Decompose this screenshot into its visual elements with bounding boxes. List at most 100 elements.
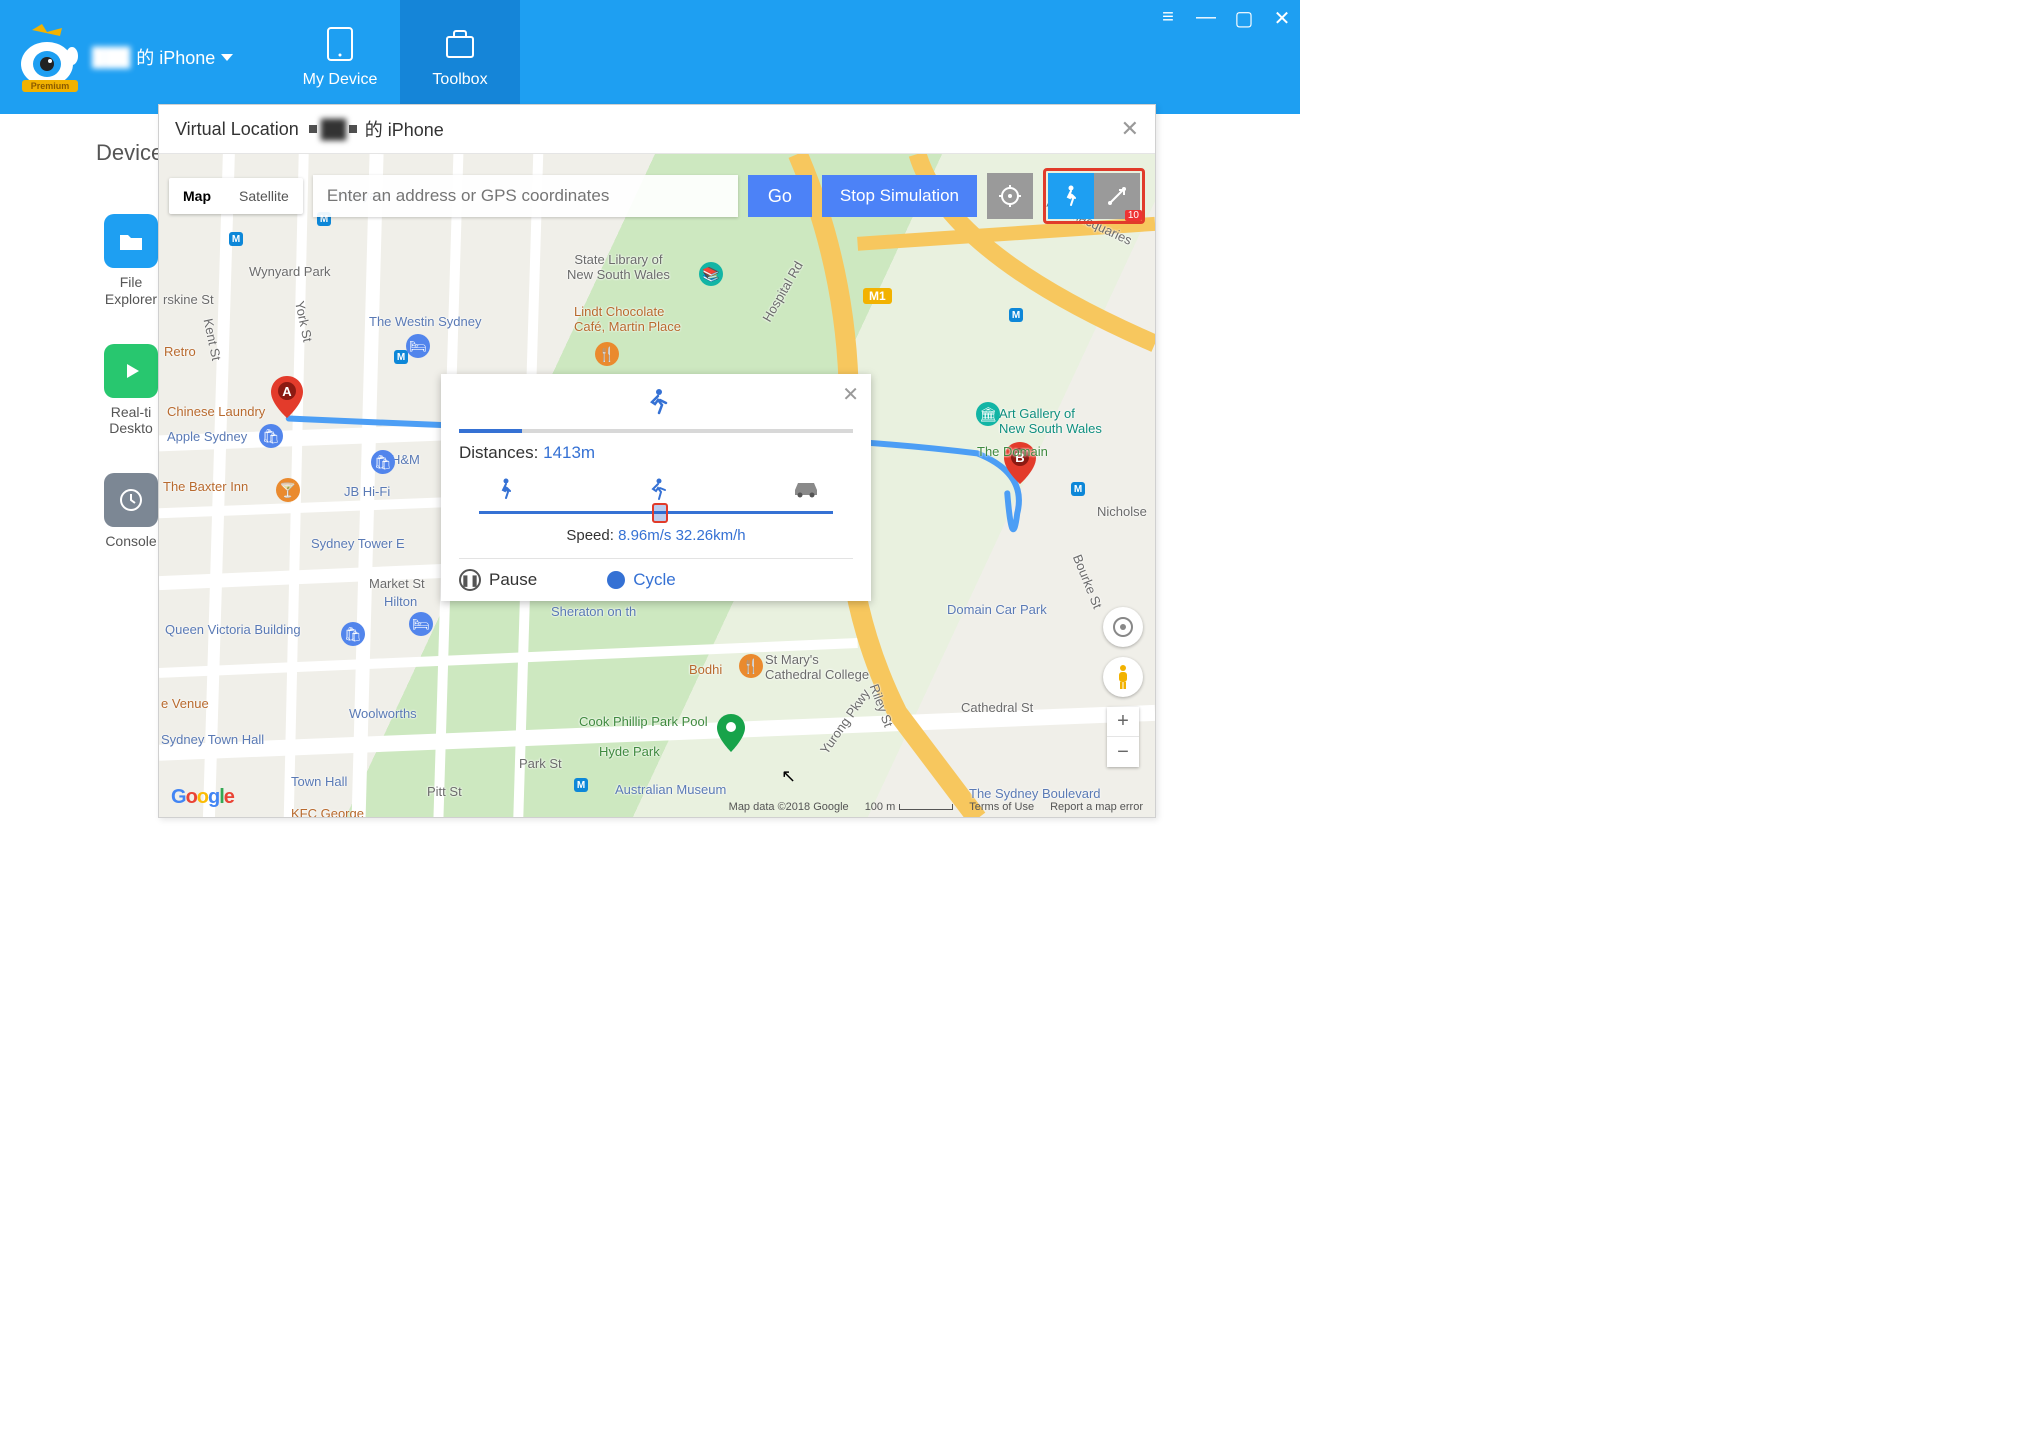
poi-art-gallery: Art Gallery of New South Wales xyxy=(999,406,1102,436)
map-widgets: + − xyxy=(1103,607,1143,767)
street-market: Market St xyxy=(369,576,425,591)
metro-icon xyxy=(394,350,408,364)
distance-readout: Distances: 1413m xyxy=(459,443,853,463)
poi-town-hall: Town Hall xyxy=(291,774,347,789)
vl-device-suffix: 的 iPhone xyxy=(365,116,444,142)
tool-console[interactable]: Console xyxy=(96,473,166,550)
maximize-icon[interactable]: ▢ xyxy=(1234,6,1254,31)
zoom-out-button[interactable]: − xyxy=(1107,737,1139,767)
nav-tabs: My Device Toolbox xyxy=(280,0,520,114)
streetview-eye-button[interactable] xyxy=(1103,607,1143,647)
street-erskine: rskine St xyxy=(163,292,214,307)
stop-simulation-button[interactable]: Stop Simulation xyxy=(822,175,977,217)
pegman-icon xyxy=(1114,664,1132,690)
poi-hyde-park: Hyde Park xyxy=(599,744,660,759)
car-icon xyxy=(791,477,821,506)
titlebar: Premium ███ 的 iPhone My Device Toolbox ≡… xyxy=(0,0,1300,114)
poi-pin-icon: 🛍 xyxy=(371,450,395,474)
menu-icon[interactable]: ≡ xyxy=(1158,6,1178,31)
vl-device-blur: ██ xyxy=(321,119,345,140)
route-icon xyxy=(1105,184,1129,208)
road-shield-m1: M1 xyxy=(863,288,892,304)
slider-handle[interactable] xyxy=(652,503,668,523)
device-selector[interactable]: ███ 的 iPhone xyxy=(92,44,233,70)
pause-icon: ❚❚ xyxy=(459,569,481,591)
map-canvas[interactable]: A B Wynyard Wynyard Park State Library o… xyxy=(159,153,1155,817)
poi-chinese-laundry: Chinese Laundry xyxy=(167,404,265,419)
pegman-button[interactable] xyxy=(1103,657,1143,697)
tool-label: File Explorer xyxy=(105,274,157,308)
virtual-location-window: Virtual Location ██ 的 iPhone ✕ xyxy=(158,104,1156,818)
zoom-in-button[interactable]: + xyxy=(1107,707,1139,737)
poi-sydney-blvd: The Sydney Boulevard xyxy=(969,786,1101,801)
metro-icon xyxy=(574,778,588,792)
route-count-badge: 10 xyxy=(1125,210,1142,221)
walk-mode-button[interactable] xyxy=(1048,173,1094,219)
poi-westin: The Westin Sydney xyxy=(369,314,481,329)
tab-label: My Device xyxy=(303,71,378,89)
pause-button[interactable]: ❚❚ Pause xyxy=(459,569,537,591)
poi-cook-phillip: Cook Phillip Park Pool xyxy=(579,714,708,729)
poi-bodhi: Bodhi xyxy=(689,662,722,677)
street-cathedral: Cathedral St xyxy=(961,700,1033,715)
scale-bar: 100 m xyxy=(865,801,954,813)
close-icon[interactable]: ✕ xyxy=(842,382,859,407)
tool-label: Console xyxy=(105,533,156,550)
speed-readout: Speed: 8.96m/s 32.26km/h xyxy=(459,527,853,544)
device-name-blurred: ███ xyxy=(92,47,130,68)
poi-sheraton: Sheraton on th xyxy=(551,604,636,619)
speed-slider[interactable] xyxy=(459,477,853,523)
poi-jbhifi: JB Hi-Fi xyxy=(344,484,390,499)
terms-link[interactable]: Terms of Use xyxy=(969,801,1034,813)
tab-label: Toolbox xyxy=(432,71,487,89)
tool-file-explorer[interactable]: File Explorer xyxy=(96,214,166,308)
route-mode-button[interactable]: 10 xyxy=(1094,173,1140,219)
poi-lindt: Lindt Chocolate Café, Martin Place xyxy=(574,304,681,334)
walk-icon xyxy=(1059,184,1083,208)
poi-qvb: Queen Victoria Building xyxy=(165,622,301,637)
map-type-toggle: Map Satellite xyxy=(169,178,303,214)
tablet-icon xyxy=(321,25,359,63)
minimize-icon[interactable]: — xyxy=(1196,6,1216,31)
report-error-link[interactable]: Report a map error xyxy=(1050,801,1143,813)
close-icon[interactable]: ✕ xyxy=(1272,6,1292,31)
zoom-control: + − xyxy=(1107,707,1139,767)
app-logo: Premium xyxy=(12,22,82,92)
go-button[interactable]: Go xyxy=(748,175,812,217)
street-pitt: Pitt St xyxy=(427,784,462,799)
poi-wynyard-park: Wynyard Park xyxy=(249,264,331,279)
street-nicholson: Nicholse xyxy=(1097,504,1147,519)
simulation-panel: ✕ Distances: 1413m xyxy=(441,374,871,601)
search-input[interactable] xyxy=(313,175,738,217)
poi-apple-sydney: Apple Sydney xyxy=(167,429,247,444)
clock-icon xyxy=(104,473,158,527)
distance-label: Distances: xyxy=(459,443,538,462)
poi-hm: H&M xyxy=(391,452,420,467)
cycle-button[interactable]: Cycle xyxy=(607,569,676,591)
poi-kfc: KFC George xyxy=(291,806,364,817)
svg-text:A: A xyxy=(282,384,292,399)
poi-pin-icon: 🍸 xyxy=(276,478,300,502)
running-icon xyxy=(459,388,853,423)
tool-realtime-desktop[interactable]: Real-ti Deskto xyxy=(96,344,166,438)
map-type-map[interactable]: Map xyxy=(169,178,225,214)
vl-title: Virtual Location xyxy=(175,119,299,140)
poi-pin-icon: 🛍 xyxy=(259,424,283,448)
tab-my-device[interactable]: My Device xyxy=(280,0,400,114)
speed-label-text: Speed: xyxy=(566,527,614,544)
progress-bar xyxy=(459,429,853,433)
eye-icon xyxy=(1111,615,1135,639)
close-icon[interactable]: ✕ xyxy=(1121,116,1139,142)
chevron-down-icon xyxy=(221,54,233,61)
vl-header: Virtual Location ██ 的 iPhone ✕ xyxy=(159,105,1155,153)
toolbox-icon xyxy=(441,25,479,63)
marker-a[interactable]: A xyxy=(271,376,303,418)
map-attribution: Map data ©2018 Google xyxy=(729,801,849,813)
poi-baxter: The Baxter Inn xyxy=(163,479,248,494)
tab-toolbox[interactable]: Toolbox xyxy=(400,0,520,114)
map-type-satellite[interactable]: Satellite xyxy=(225,178,303,214)
poi-hilton: Hilton xyxy=(384,594,417,609)
poi-venue: e Venue xyxy=(161,696,209,711)
locate-button[interactable] xyxy=(987,173,1033,219)
poi-pin-icon: 🛍 xyxy=(341,622,365,646)
